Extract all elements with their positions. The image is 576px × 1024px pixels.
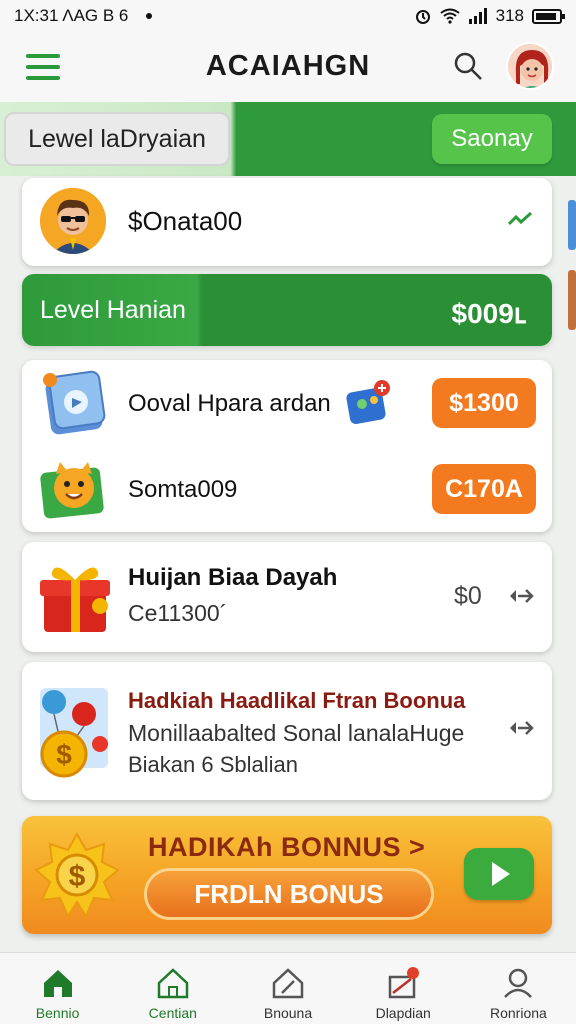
gift-amount: $0 xyxy=(454,582,482,610)
coin-balloon-icon: $ xyxy=(40,688,108,778)
gift-subtitle: Ce11300´ xyxy=(128,600,228,626)
gem-box-icon xyxy=(346,380,390,424)
level-label: Lewel laDryaian xyxy=(4,112,230,166)
bonus-promo-banner[interactable]: $ HADIKAh BONNUS > FRDLN BONUS xyxy=(22,816,552,934)
claim-bonus-button[interactable]: FRDLN BONUS xyxy=(144,868,434,920)
play-icon[interactable] xyxy=(464,848,534,900)
arrow-right-icon[interactable] xyxy=(508,586,536,606)
nav-item-center[interactable]: Centian xyxy=(115,953,230,1024)
nav-item-bonus[interactable]: Bnouna xyxy=(230,953,345,1024)
nav-item-profile[interactable]: Ronriona xyxy=(461,953,576,1024)
app-header: ACAIAHGN xyxy=(0,32,576,102)
nav-label: Bnouna xyxy=(263,1005,313,1021)
notification-dot-icon xyxy=(146,13,153,19)
bottom-navigation: Bennio Centian Bnouna Dlapdian Ronriona xyxy=(0,952,576,1024)
trend-up-icon xyxy=(507,211,533,226)
gift-title: Huijan Biaa Dayah xyxy=(128,564,338,591)
user-avatar xyxy=(40,188,106,254)
offer-title: Somta009 xyxy=(128,476,238,503)
offer-title: Ooval Hpara ardan xyxy=(128,390,331,417)
nav-label: Bennio xyxy=(35,1005,80,1021)
svg-text:$: $ xyxy=(56,739,72,770)
user-card[interactable]: $Onata00 xyxy=(22,178,552,266)
gift-notify-icon xyxy=(388,967,420,999)
cartoon-man-icon xyxy=(40,188,106,254)
svg-text:$: $ xyxy=(69,860,86,893)
gift-box-icon xyxy=(40,567,110,632)
offer-price-button[interactable]: $1300 xyxy=(432,378,536,428)
level-progress-value: $009ⳑ xyxy=(451,298,526,329)
offers-card: Ooval Hpara ardan $1300 Somta009 C170A xyxy=(22,360,552,532)
bonus-description-secondary: Biakan 6 Sblalian xyxy=(128,752,299,777)
battery-percent: 318 xyxy=(495,6,524,25)
nav-label: Centian xyxy=(148,1005,197,1021)
level-progress-label: Level Hanian xyxy=(40,296,186,324)
level-progress-bar[interactable]: Level Hanian $009ⳑ xyxy=(22,274,552,346)
user-avatar-icon xyxy=(508,44,552,88)
nav-label: Ronriona xyxy=(490,1005,547,1021)
offer-row[interactable]: Somta009 C170A xyxy=(22,446,552,530)
battery-icon xyxy=(532,8,565,24)
signal-icon xyxy=(468,8,487,24)
offer-row[interactable]: Ooval Hpara ardan $1300 xyxy=(22,360,552,444)
nav-label: Dlapdian xyxy=(375,1005,431,1021)
status-bar: 1Χ:31 ΛAG B 6 318 xyxy=(0,0,576,32)
offer-price-button[interactable]: C170A xyxy=(432,464,536,514)
wifi-icon xyxy=(440,8,460,24)
game-tile-icon xyxy=(43,370,106,435)
search-icon[interactable] xyxy=(452,50,484,82)
house-edit-icon xyxy=(272,968,304,999)
promo-headline: HADIKAh BONNUS > xyxy=(148,832,426,862)
app-title: ACAIAHGN xyxy=(205,50,371,82)
bonus-title: Hadkiah Haadlikal Ftran Boonua xyxy=(128,688,466,713)
cat-game-icon xyxy=(40,462,104,519)
status-time: 1Χ:31 ΛAG B 6 xyxy=(14,6,129,25)
gift-card[interactable]: Huijan Biaa Dayah Ce11300´ $0 xyxy=(22,542,552,652)
profile-avatar[interactable] xyxy=(506,42,554,90)
nav-item-rewards[interactable]: Dlapdian xyxy=(346,953,461,1024)
dollar-coin-icon: $ xyxy=(34,832,120,918)
level-banner: Lewel laDryaian Saonay xyxy=(0,102,576,176)
bonus-description: Monillaabalted Sonal lanalaHuge xyxy=(128,720,465,746)
alarm-icon xyxy=(415,10,430,24)
level-action-button[interactable]: Saonay xyxy=(432,114,552,164)
nav-item-home[interactable]: Bennio xyxy=(0,953,115,1024)
side-scroll-indicator xyxy=(568,200,576,330)
arrow-right-icon[interactable] xyxy=(508,718,536,738)
home-filled-icon xyxy=(43,970,72,997)
home-outline-icon xyxy=(157,968,189,999)
bonus-card[interactable]: $ Hadkiah Haadlikal Ftran Boonua Monilla… xyxy=(22,662,552,800)
person-icon xyxy=(504,968,533,998)
user-balance: $Onata00 xyxy=(128,206,243,236)
